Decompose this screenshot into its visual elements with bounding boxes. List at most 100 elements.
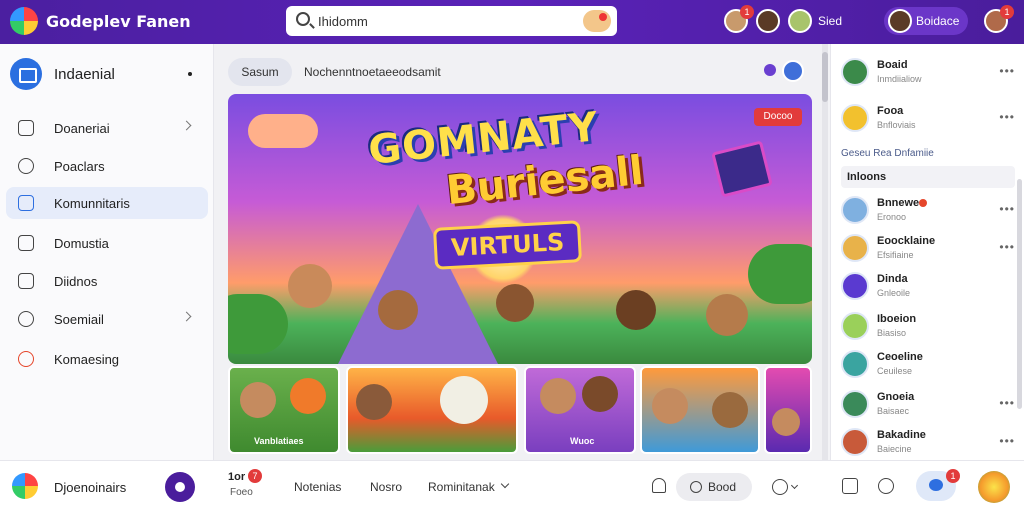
more-icon[interactable]: ••• [999, 64, 1015, 78]
contact-item[interactable]: Fooa Bnfloviais ••• [841, 102, 1017, 136]
contact-item[interactable]: Gnoeia Baisaec ••• [841, 388, 1017, 422]
character-illustration [378, 290, 418, 330]
top-avatar-3[interactable] [788, 9, 812, 33]
contact-item[interactable]: Bnnewe Eronoo ••• [841, 194, 1017, 228]
chevron-down-icon[interactable] [500, 479, 510, 489]
sidebar-header-label: Indaenial [54, 66, 115, 83]
contact-item[interactable]: Boaid Inmdiialiow ••• [841, 56, 1017, 90]
top-bar: Godeplev Fanen 1 Sied Boidace 1 [0, 0, 1024, 44]
top-avatar-2[interactable] [756, 9, 780, 33]
contact-name: Bnnewe [877, 197, 920, 209]
filter-pill[interactable]: Sasum [228, 58, 292, 86]
top-avatar-badge: 1 [740, 5, 754, 19]
clock-icon[interactable] [772, 479, 788, 495]
status-dot-icon [764, 64, 776, 76]
character-illustration [706, 294, 748, 336]
user-profile-pill[interactable]: Boidace [884, 7, 968, 35]
thumbnail-card[interactable]: Wuoc [524, 366, 636, 454]
sidebar-header-dot [188, 72, 192, 76]
more-icon[interactable]: ••• [999, 202, 1015, 216]
tab-rominitanak[interactable]: Rominitanak [428, 480, 495, 494]
more-icon[interactable]: ••• [999, 240, 1015, 254]
top-user-label[interactable]: Sied [818, 14, 842, 28]
contact-name: Eoocklaine [877, 235, 936, 247]
contact-item[interactable]: Bakadine Baiecine ••• [841, 426, 1017, 460]
home-icon[interactable] [842, 478, 858, 494]
app-logo-icon[interactable] [10, 7, 38, 35]
character-illustration [540, 378, 576, 414]
sidebar-header[interactable]: Indaenial [10, 58, 206, 92]
search-bar[interactable] [286, 6, 617, 36]
profile-name[interactable]: Djoenoinairs [54, 480, 126, 495]
app-brand: Godeplev Fanen [46, 12, 191, 31]
right-panel: Boaid Inmdiialiow ••• Fooa Bnfloviais ••… [830, 44, 1024, 460]
profile-icon[interactable] [12, 473, 38, 499]
assistant-orb-icon[interactable] [978, 471, 1010, 503]
top-right-badge: 1 [1000, 5, 1014, 19]
sidebar-item-doaneriai[interactable]: Doaneriai [6, 112, 208, 144]
sidebar-item-label: Komaesing [54, 352, 120, 367]
sidebar-item-label: Diidnos [54, 274, 98, 289]
contact-name: Boaid [877, 59, 908, 71]
thumbnail-card[interactable]: Vanblatiaes [228, 366, 340, 454]
search-input[interactable] [318, 12, 558, 30]
message-icon [18, 273, 34, 289]
contact-item[interactable]: Dinda Gnleoile [841, 270, 1017, 304]
settings-icon[interactable] [878, 478, 894, 494]
more-icon[interactable]: ••• [999, 110, 1015, 124]
avatar [841, 390, 869, 418]
sidebar-item-komaesing[interactable]: Komaesing [6, 343, 208, 375]
character-illustration [240, 382, 276, 418]
sidebar-item-soemiail[interactable]: Soemiail [6, 303, 208, 335]
sidebar-item-komunnitaris[interactable]: Komunnitaris [6, 187, 208, 219]
scrollbar-thumb[interactable] [822, 52, 828, 102]
contact-item[interactable]: Iboeion Biasiso [841, 310, 1017, 344]
contact-item[interactable]: Eoocklaine Efsifiaine ••• [841, 232, 1017, 266]
more-icon[interactable]: ••• [999, 396, 1015, 410]
badge-illustration [290, 378, 326, 414]
banner-title-line3: VIRTULS [433, 220, 583, 270]
search-icon [296, 12, 310, 26]
contact-name: Bakadine [877, 429, 926, 441]
thumbnail-card[interactable] [640, 366, 760, 454]
thumbnail-card[interactable] [764, 366, 812, 454]
header-avatar[interactable] [782, 60, 804, 82]
tab-nosro[interactable]: Nosro [370, 480, 402, 494]
more-icon[interactable]: ••• [999, 434, 1015, 448]
record-button[interactable] [165, 472, 195, 502]
mascot-illustration [440, 376, 488, 424]
sidebar-item-label: Soemiail [54, 312, 104, 327]
contact-name: Dinda [877, 273, 908, 285]
store-icon [10, 58, 42, 90]
sidebar-item-domustia[interactable]: Domustia [6, 227, 208, 259]
chat-pill-label: Bood [708, 480, 737, 494]
sidebar-item-label: Poaclars [54, 159, 105, 174]
status-dot-icon [919, 199, 927, 207]
sidebar-item-poaclars[interactable]: Poaclars [6, 150, 208, 182]
bell-icon[interactable] [652, 478, 666, 493]
main-scrollbar[interactable] [822, 44, 828, 460]
chat-pill-button[interactable]: Bood [676, 473, 752, 501]
live-badge: Docoo [754, 108, 802, 126]
sidebar-item-diidnos[interactable]: Diidnos [6, 265, 208, 297]
chat-icon [690, 481, 702, 493]
sidebar: Indaenial Doaneriai Poaclars Komunnitari… [0, 44, 214, 460]
follower-count: 1or [228, 471, 246, 483]
bottom-bar: Djoenoinairs 1or 7 Foeo Notenias Nosro R… [0, 460, 1024, 512]
right-panel-scrollbar[interactable] [1017, 179, 1022, 409]
avatar [841, 272, 869, 300]
contact-item[interactable]: Ceoeline Ceuilese [841, 348, 1017, 382]
character-illustration [288, 264, 332, 308]
featured-banner[interactable]: GOMNATY Buriesall VIRTULS Docoo [228, 94, 812, 364]
thumbnail-card[interactable] [346, 366, 518, 454]
search-notification-icon[interactable] [583, 10, 611, 32]
avatar [841, 312, 869, 340]
tab-notenias[interactable]: Notenias [294, 480, 341, 494]
contact-status: Eronoo [877, 212, 907, 222]
heart-icon [18, 158, 34, 174]
character-illustration [616, 290, 656, 330]
chevron-down-icon[interactable] [790, 481, 799, 490]
avatar [841, 350, 869, 378]
character-illustration [712, 392, 748, 428]
section-tag[interactable]: Inloons [841, 166, 1015, 188]
